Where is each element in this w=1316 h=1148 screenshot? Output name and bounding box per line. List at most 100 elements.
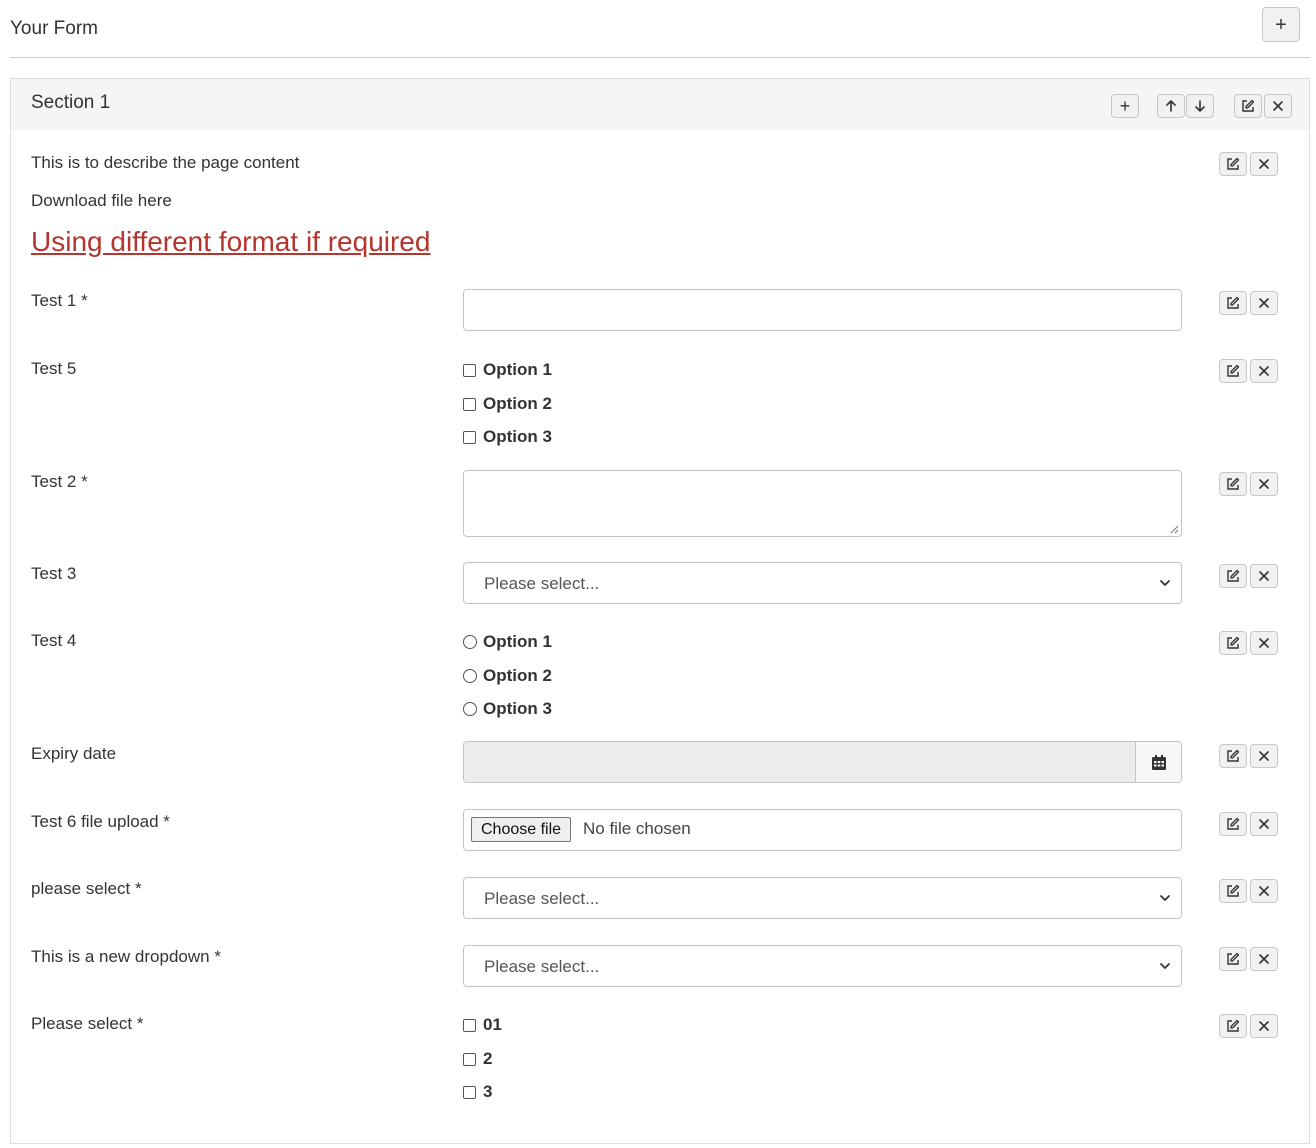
format-link[interactable]: Using different format if required [31, 226, 430, 258]
pencil-square-icon [1227, 749, 1240, 762]
select-b-option-2[interactable]: 2 [463, 1049, 492, 1069]
calendar-icon [1151, 754, 1166, 770]
move-section-up-button[interactable] [1157, 94, 1185, 118]
pencil-square-icon [1227, 952, 1240, 965]
arrow-up-icon [1166, 100, 1176, 112]
expiry-date-field [463, 741, 1182, 783]
test5-option-3[interactable]: Option 3 [463, 427, 552, 447]
close-icon [1259, 479, 1269, 489]
test4-option-2[interactable]: Option 2 [463, 666, 552, 686]
radio-button[interactable] [463, 702, 477, 716]
edit-test5-button[interactable] [1219, 359, 1247, 383]
add-field-button[interactable]: + [1111, 94, 1139, 118]
move-section-down-button[interactable] [1186, 94, 1214, 118]
select-a-select[interactable]: Please select... [463, 877, 1182, 919]
add-section-button[interactable]: + [1262, 7, 1300, 42]
edit-new-dropdown-button[interactable] [1219, 947, 1247, 971]
delete-test3-button[interactable] [1250, 564, 1278, 588]
chevron-down-icon [1160, 580, 1170, 586]
close-icon [1259, 571, 1269, 581]
delete-test2-button[interactable] [1250, 472, 1278, 496]
test4-option-1[interactable]: Option 1 [463, 632, 552, 652]
section-panel: Section 1 + This is to describe the page… [10, 78, 1310, 1144]
close-icon [1273, 101, 1283, 111]
checkbox[interactable] [463, 1018, 476, 1032]
edit-description-button[interactable] [1219, 152, 1247, 176]
section-header: Section 1 + [11, 79, 1309, 130]
section-description: This is to describe the page content [31, 153, 300, 172]
select-a-value: Please select... [484, 889, 600, 908]
checkbox[interactable] [463, 397, 476, 411]
edit-expiry-button[interactable] [1219, 744, 1247, 768]
select-a-label: please select * [31, 879, 142, 898]
test5-option-1[interactable]: Option 1 [463, 360, 552, 380]
checkbox[interactable] [463, 430, 476, 444]
close-icon [1259, 751, 1269, 761]
test4-option-3[interactable]: Option 3 [463, 699, 552, 719]
checkbox[interactable] [463, 363, 476, 377]
test6-label: Test 6 file upload * [31, 812, 170, 831]
form-title: Your Form [10, 18, 98, 39]
delete-test5-button[interactable] [1250, 359, 1278, 383]
test3-label: Test 3 [31, 564, 77, 583]
close-icon [1259, 1021, 1269, 1031]
new-dropdown-select[interactable]: Please select... [463, 945, 1182, 987]
pencil-square-icon [1227, 477, 1240, 490]
select-b-option-1[interactable]: 01 [463, 1015, 502, 1035]
test1-input[interactable] [463, 289, 1182, 331]
delete-test4-button[interactable] [1250, 631, 1278, 655]
edit-select-b-button[interactable] [1219, 1014, 1247, 1038]
close-icon [1259, 886, 1269, 896]
radio-button[interactable] [463, 669, 477, 683]
delete-select-a-button[interactable] [1250, 879, 1278, 903]
file-status: No file chosen [583, 819, 691, 838]
resize-grip-icon[interactable] [1169, 524, 1179, 534]
delete-test1-button[interactable] [1250, 291, 1278, 315]
expiry-date-input[interactable] [464, 742, 1136, 782]
edit-test2-button[interactable] [1219, 472, 1247, 496]
pencil-square-icon [1227, 636, 1240, 649]
edit-test3-button[interactable] [1219, 564, 1247, 588]
edit-section-button[interactable] [1234, 94, 1262, 118]
edit-test6-button[interactable] [1219, 812, 1247, 836]
edit-test1-button[interactable] [1219, 291, 1247, 315]
pencil-square-icon [1227, 569, 1240, 582]
edit-select-a-button[interactable] [1219, 879, 1247, 903]
delete-section-button[interactable] [1264, 94, 1292, 118]
close-icon [1259, 954, 1269, 964]
calendar-button[interactable] [1135, 742, 1181, 782]
expiry-label: Expiry date [31, 744, 117, 763]
form-builder-page: Your Form + Section 1 + This is to descr… [0, 0, 1316, 1148]
test6-file-input: Choose file No file chosen [463, 809, 1182, 851]
checkbox[interactable] [463, 1052, 476, 1066]
download-text: Download file here [31, 191, 172, 210]
pencil-square-icon [1242, 99, 1255, 112]
close-icon [1259, 298, 1269, 308]
test2-textarea[interactable] [463, 470, 1182, 537]
test3-select[interactable]: Please select... [463, 562, 1182, 604]
new-dropdown-value: Please select... [484, 957, 600, 976]
select-b-label: Please select * [31, 1014, 144, 1033]
delete-test6-button[interactable] [1250, 812, 1278, 836]
choose-file-button[interactable]: Choose file [471, 817, 572, 842]
test2-label: Test 2 * [31, 472, 88, 491]
checkbox[interactable] [463, 1085, 476, 1099]
pencil-square-icon [1227, 1019, 1240, 1032]
chevron-down-icon [1160, 963, 1170, 969]
select-b-option-3[interactable]: 3 [463, 1082, 492, 1102]
close-icon [1259, 638, 1269, 648]
test5-option-2[interactable]: Option 2 [463, 394, 552, 414]
section-title: Section 1 [31, 92, 111, 113]
test1-label: Test 1 * [31, 291, 88, 310]
delete-expiry-button[interactable] [1250, 744, 1278, 768]
pencil-square-icon [1227, 296, 1240, 309]
close-icon [1259, 819, 1269, 829]
pencil-square-icon [1227, 157, 1240, 170]
radio-button[interactable] [463, 635, 477, 649]
delete-description-button[interactable] [1250, 152, 1278, 176]
delete-select-b-button[interactable] [1250, 1014, 1278, 1038]
edit-test4-button[interactable] [1219, 631, 1247, 655]
delete-new-dropdown-button[interactable] [1250, 947, 1278, 971]
test3-select-value: Please select... [484, 574, 600, 593]
pencil-square-icon [1227, 817, 1240, 830]
